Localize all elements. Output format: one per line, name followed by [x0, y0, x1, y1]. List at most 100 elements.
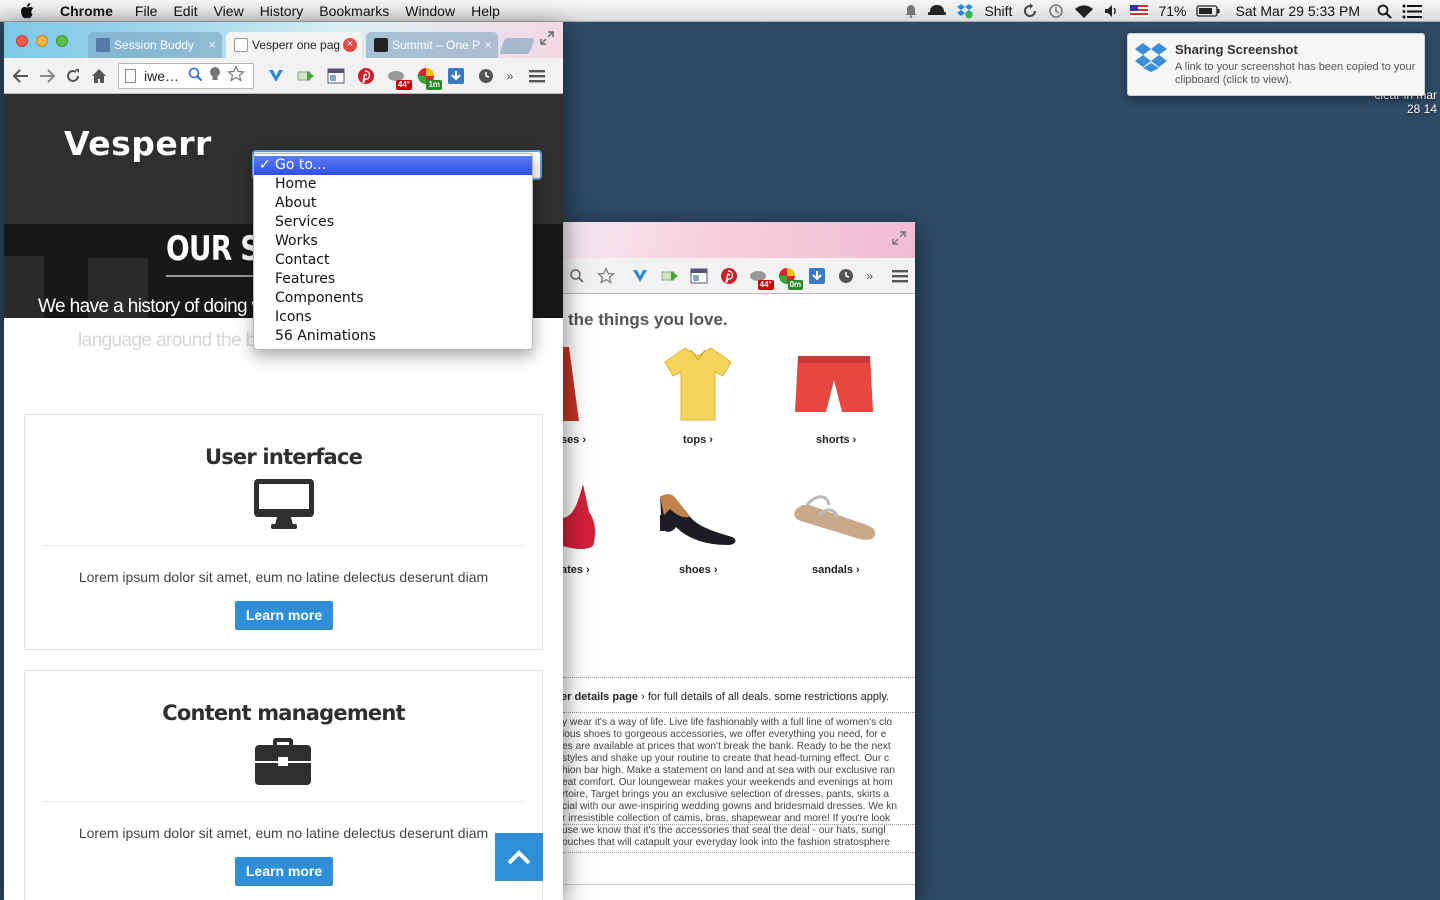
menu-file[interactable]: File [127, 0, 166, 22]
window-titlebar[interactable]: Session Buddy × Vesperr one pag × Summit… [4, 22, 563, 58]
intimates-image[interactable] [563, 484, 599, 550]
home-button[interactable] [86, 63, 112, 89]
download-icon[interactable] [444, 64, 468, 88]
dress-image[interactable] [563, 347, 581, 421]
tab-vesperr[interactable]: Vesperr one pag × [226, 32, 362, 58]
goto-dropdown-menu[interactable]: ✓ Go to... Home About Services Works Cont… [253, 153, 533, 350]
extension-window-icon[interactable] [688, 264, 711, 288]
pinterest-icon[interactable] [354, 64, 378, 88]
wifi-icon[interactable] [1074, 4, 1094, 19]
product-label-tops[interactable]: tops › [683, 434, 713, 446]
shoes-image[interactable] [656, 489, 738, 549]
timer-icon[interactable]: 1m [414, 64, 442, 90]
chrome-window-back[interactable]: 44° 0m » the things you love. ses › tops… [563, 222, 915, 900]
lightbulb-icon[interactable] [209, 66, 221, 85]
dropdown-option-animations[interactable]: 56 Animations [254, 327, 532, 346]
menu-view[interactable]: View [206, 0, 252, 22]
time-machine-icon[interactable] [1048, 3, 1064, 19]
dropdown-option-services[interactable]: Services [254, 213, 532, 232]
sync-icon[interactable] [1022, 3, 1038, 19]
shorts-image[interactable] [794, 354, 874, 416]
learn-more-button[interactable]: Learn more [235, 601, 333, 630]
weather-icon[interactable]: 44° [746, 264, 774, 290]
product-label-sandals[interactable]: sandals › [812, 564, 860, 576]
fullscreen-icon[interactable] [891, 230, 907, 246]
chrome-menu-icon[interactable] [525, 64, 549, 88]
menu-edit[interactable]: Edit [165, 0, 205, 22]
flag-icon[interactable] [1130, 5, 1149, 17]
apple-menu-icon[interactable] [16, 0, 38, 22]
dropdown-option-goto[interactable]: ✓ Go to... [254, 156, 532, 175]
input-source-label[interactable]: Shift [984, 3, 1012, 19]
menu-help[interactable]: Help [463, 0, 508, 22]
bookmark-star-icon[interactable] [227, 65, 246, 86]
overflow-chevron-icon[interactable]: » [864, 264, 876, 288]
offer-details-link[interactable]: er details page [563, 691, 638, 703]
volume-icon[interactable] [1104, 4, 1120, 18]
extension-forward-icon[interactable] [658, 264, 681, 288]
product-label-shoes[interactable]: shoes › [679, 564, 718, 576]
extension-window-icon[interactable] [324, 64, 348, 88]
bookmark-star-icon[interactable] [594, 264, 617, 288]
dropdown-option-components[interactable]: Components [254, 289, 532, 308]
overflow-chevron-icon[interactable]: » [504, 64, 516, 88]
timer-icon[interactable]: 0m [776, 264, 804, 290]
incognito-icon[interactable] [928, 4, 947, 18]
chrome-menu-icon[interactable] [889, 264, 912, 288]
product-label-intimates[interactable]: ates › [563, 564, 590, 576]
tab-session-buddy[interactable]: Session Buddy × [88, 32, 222, 58]
notification-center-icon[interactable] [1402, 4, 1422, 19]
menu-window[interactable]: Window [397, 0, 463, 22]
tab-close-icon[interactable]: × [208, 32, 216, 58]
bell-icon[interactable] [904, 4, 918, 18]
minimize-window-button[interactable] [36, 35, 48, 47]
window-titlebar[interactable] [563, 222, 915, 258]
battery-icon[interactable] [1196, 5, 1220, 17]
forward-button[interactable] [34, 63, 60, 89]
new-tab-button[interactable] [499, 38, 535, 54]
dropdown-option-home[interactable]: Home [254, 175, 532, 194]
dropbox-icon[interactable] [956, 3, 974, 19]
weather-icon[interactable]: 44° [384, 64, 412, 90]
search-icon[interactable] [187, 66, 203, 85]
close-window-button[interactable] [16, 35, 28, 47]
fullscreen-icon[interactable] [539, 30, 555, 46]
battery-label[interactable]: 71% [1158, 3, 1186, 19]
dropdown-option-contact[interactable]: Contact [254, 251, 532, 270]
dropdown-option-works[interactable]: Works [254, 232, 532, 251]
dropdown-option-icons[interactable]: Icons [254, 308, 532, 327]
tops-image[interactable] [663, 346, 733, 424]
menu-bookmarks[interactable]: Bookmarks [311, 0, 397, 22]
reload-button[interactable] [60, 63, 86, 89]
zoom-window-button[interactable] [56, 35, 68, 47]
product-label-dresses[interactable]: ses › [563, 434, 586, 446]
spotlight-icon[interactable] [1377, 4, 1392, 19]
tab-close-icon[interactable]: × [343, 38, 357, 52]
learn-more-button[interactable]: Learn more [235, 857, 333, 886]
download-icon[interactable] [805, 264, 828, 288]
dropdown-option-features[interactable]: Features [254, 270, 532, 289]
offer-details-line: er details page › for full details of al… [563, 691, 889, 703]
extension-v-icon[interactable] [264, 64, 288, 88]
product-label-shorts[interactable]: shorts › [816, 434, 856, 446]
tab-close-icon[interactable]: × [484, 32, 492, 58]
scroll-to-top-button[interactable] [495, 833, 543, 881]
clock-ext-icon[interactable] [835, 264, 858, 288]
menu-app-chrome[interactable]: Chrome [52, 0, 127, 22]
tab-summit[interactable]: Summit – One P × [366, 32, 498, 58]
search-icon[interactable] [565, 264, 588, 288]
extension-forward-icon[interactable] [294, 64, 318, 88]
clock-label[interactable]: Sat Mar 29 5:33 PM [1235, 3, 1360, 19]
menu-history[interactable]: History [252, 0, 312, 22]
site-logo[interactable]: Vesperr [64, 124, 212, 163]
sandals-image[interactable] [793, 491, 877, 541]
address-bar[interactable]: iwe… [118, 62, 254, 89]
clock-ext-icon[interactable] [474, 64, 498, 88]
back-button[interactable] [8, 63, 34, 89]
pinterest-icon[interactable] [717, 264, 740, 288]
extension-v-icon[interactable] [629, 264, 652, 288]
desktop-label-line2: 28 14 [1406, 102, 1437, 116]
dropdown-option-about[interactable]: About [254, 194, 532, 213]
sharing-notification[interactable]: Sharing Screenshot A link to your screen… [1127, 33, 1425, 96]
tab-title: Session Buddy [114, 38, 195, 52]
